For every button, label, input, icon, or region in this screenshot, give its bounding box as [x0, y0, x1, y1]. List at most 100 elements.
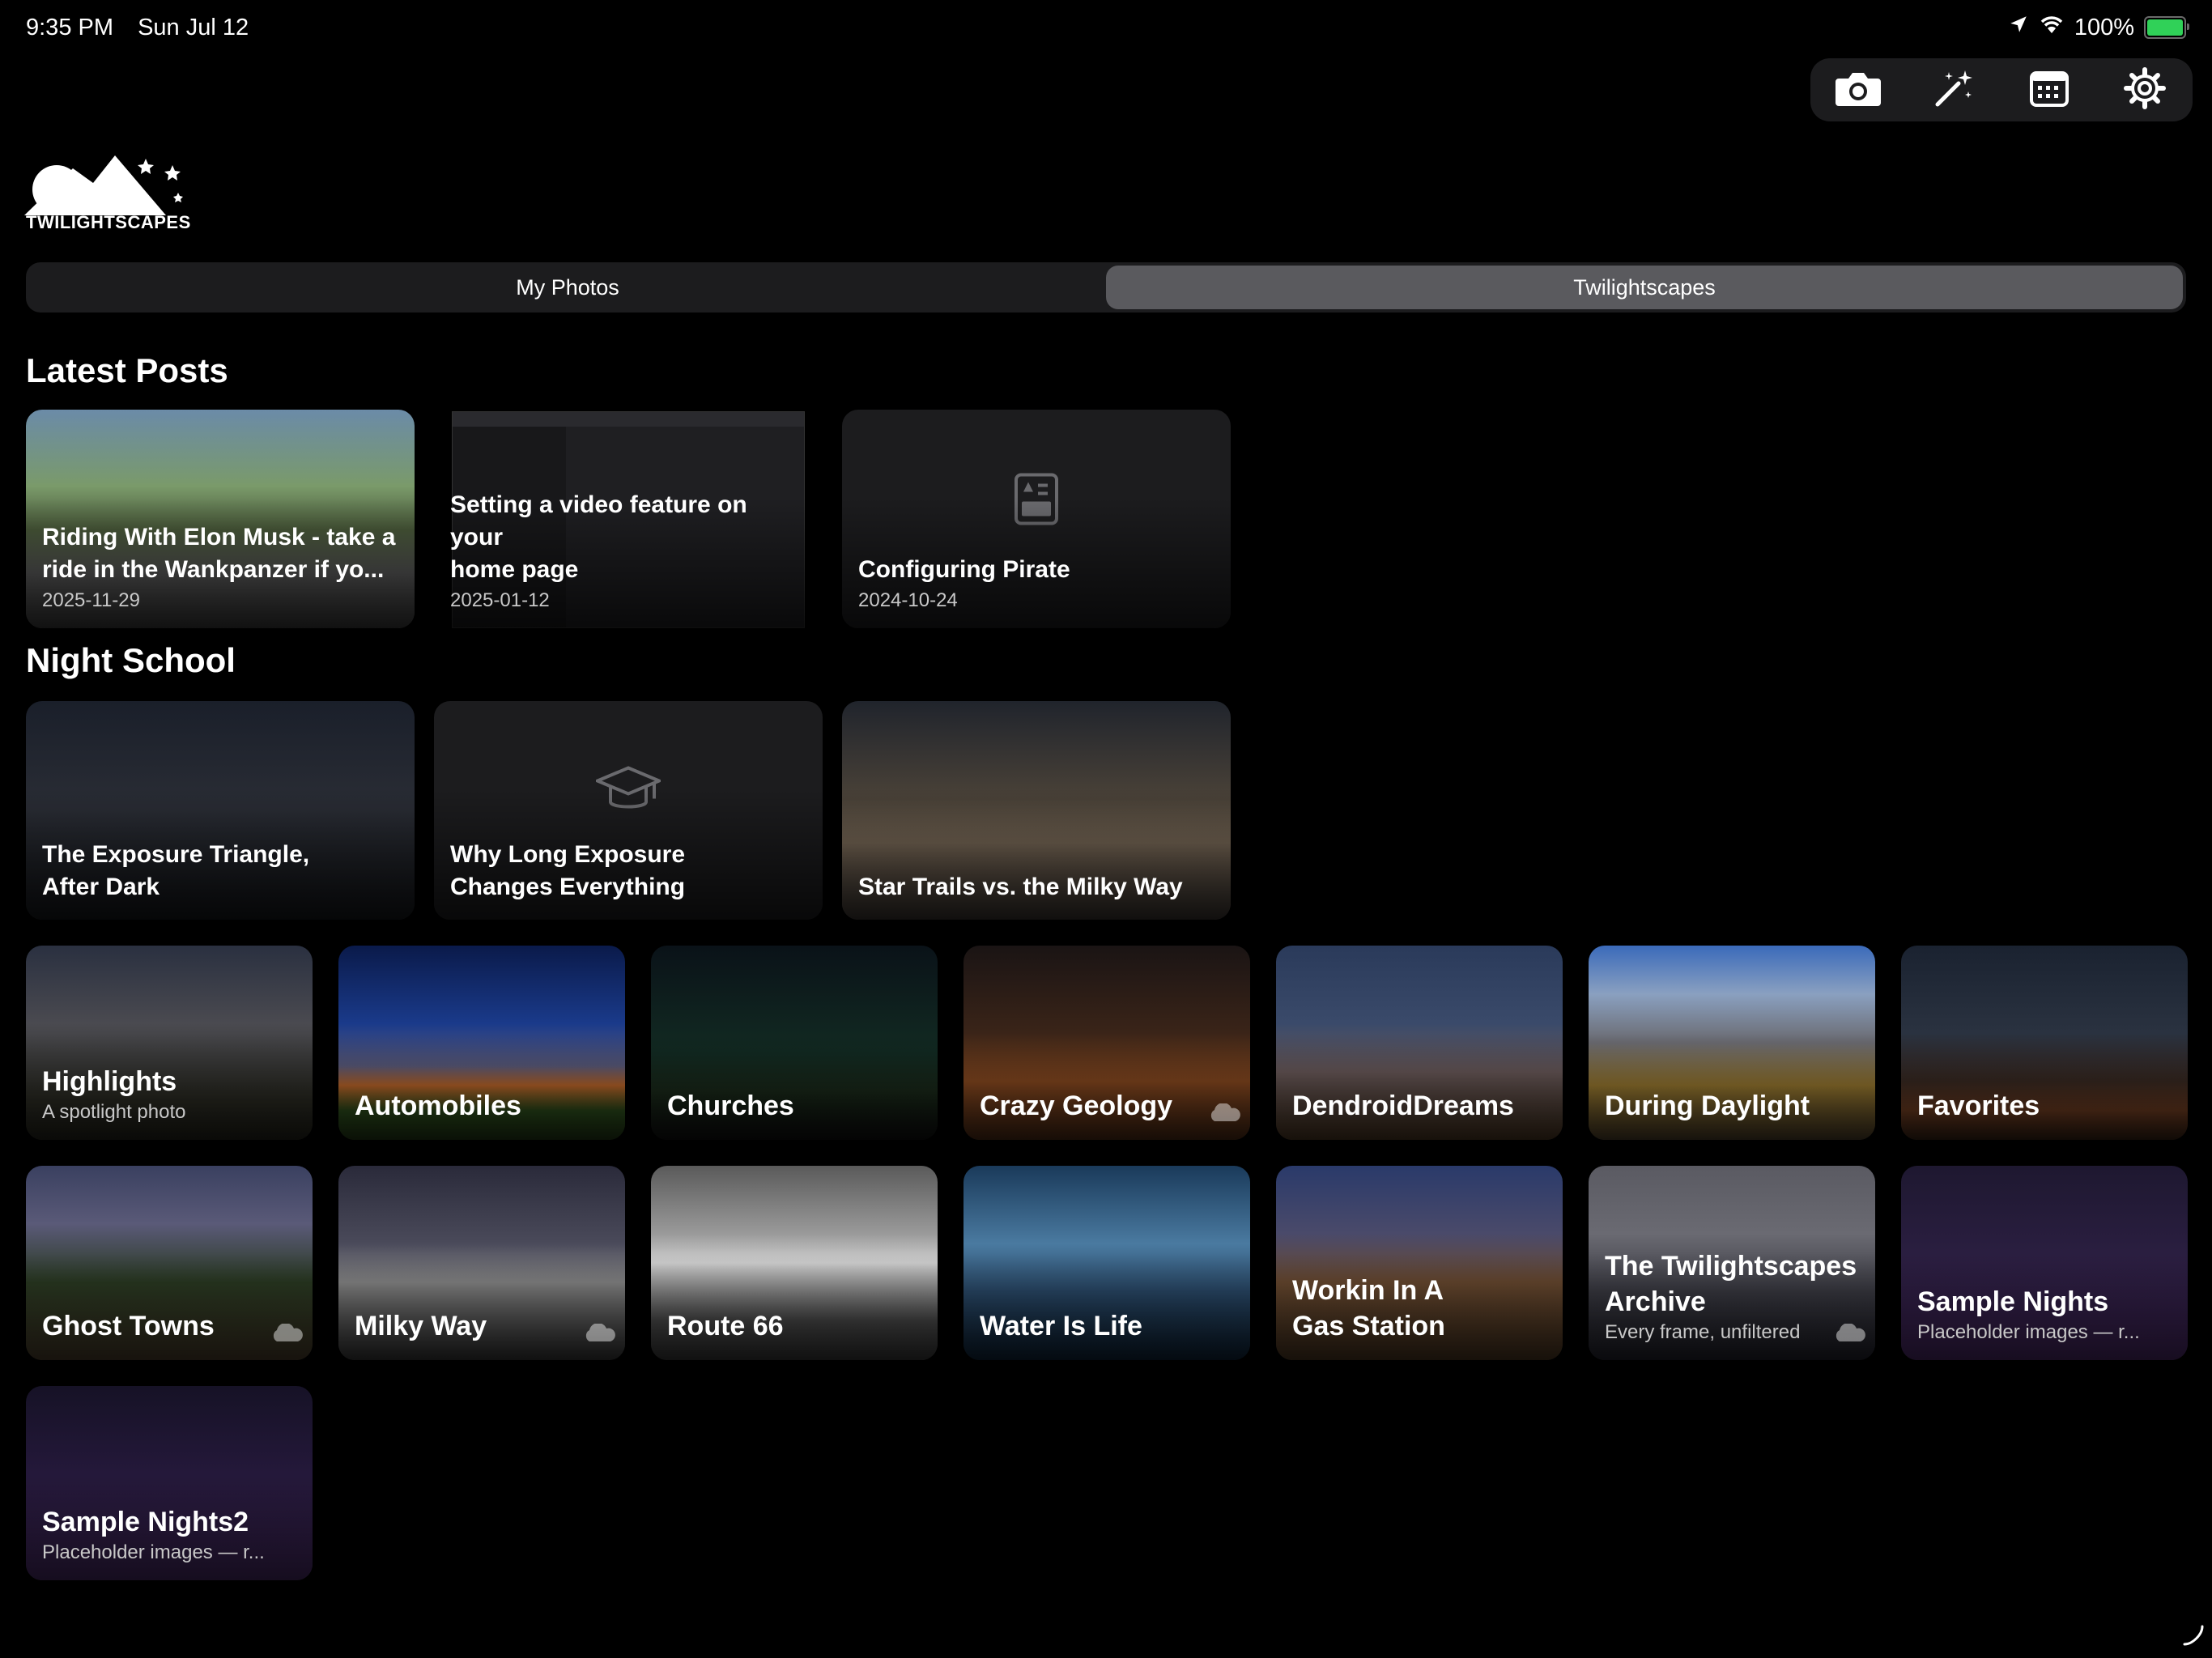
- logo-text: TWILIGHTSCAPES: [26, 212, 191, 232]
- wifi-icon: [2039, 14, 2065, 41]
- tile-gradient: [338, 1033, 625, 1140]
- calendar-icon: [2030, 70, 2069, 111]
- segment-twilightscapes[interactable]: Twilightscapes: [1106, 266, 2183, 309]
- top-toolbar: [1810, 58, 2193, 121]
- album-title: Automobiles: [355, 1090, 521, 1121]
- post-card-text: Configuring Pirate 2024-10-24: [858, 554, 1214, 612]
- status-date: Sun Jul 12: [138, 14, 249, 40]
- album-tile-text: Favorites: [1917, 1088, 2175, 1124]
- cloud-icon: [581, 1323, 617, 1347]
- album-tile[interactable]: The Twilightscapes Archive Every frame, …: [1589, 1166, 1875, 1360]
- album-subtitle: Every frame, unfiltered: [1605, 1321, 1801, 1343]
- album-tile-text: Ghost Towns: [42, 1308, 300, 1344]
- album-tile-text: During Daylight: [1605, 1088, 1862, 1124]
- thumbnail-bar: [453, 412, 804, 427]
- post-title: Riding With Elon Musk - take a ride in t…: [42, 524, 396, 583]
- magic-wand-icon: [1933, 67, 1975, 113]
- album-subtitle: A spotlight photo: [42, 1101, 186, 1123]
- post-date: 2024-10-24: [858, 589, 958, 611]
- album-tile[interactable]: DendroidDreams: [1276, 946, 1563, 1140]
- post-title: Setting a video feature on your home pag…: [450, 491, 747, 583]
- album-title: Churches: [667, 1090, 794, 1121]
- album-title: Milky Way: [355, 1311, 487, 1341]
- album-tile[interactable]: Workin In A Gas Station: [1276, 1166, 1563, 1360]
- tile-gradient: [1589, 1033, 1875, 1140]
- album-tile-text: The Twilightscapes Archive Every frame, …: [1605, 1248, 1862, 1344]
- cloud-icon: [1831, 1323, 1867, 1347]
- source-segmented-control: My Photos Twilightscapes: [26, 262, 2186, 312]
- album-title: The Twilightscapes Archive: [1605, 1251, 1857, 1317]
- post-date: 2025-11-29: [42, 589, 140, 611]
- lesson-card[interactable]: Why Long Exposure Changes Everything: [434, 701, 823, 920]
- album-tile[interactable]: Churches: [651, 946, 938, 1140]
- tile-gradient: [1901, 1033, 2188, 1140]
- gear-icon: [2124, 66, 2166, 113]
- album-title: Favorites: [1917, 1090, 2040, 1121]
- album-title: During Daylight: [1605, 1090, 1810, 1121]
- lesson-card-text: Star Trails vs. the Milky Way: [858, 871, 1214, 903]
- lesson-title: Why Long Exposure Changes Everything: [450, 841, 686, 900]
- album-tile-text: Sample Nights Placeholder images — r...: [1917, 1284, 2175, 1344]
- album-tile-text: Water Is Life: [980, 1308, 1237, 1344]
- album-title: Sample Nights: [1917, 1286, 2109, 1317]
- battery-icon: [2144, 16, 2189, 39]
- album-tile[interactable]: Milky Way: [338, 1166, 625, 1360]
- lesson-card[interactable]: Star Trails vs. the Milky Way: [842, 701, 1231, 920]
- album-subtitle: Placeholder images — r...: [1917, 1321, 2140, 1343]
- post-card[interactable]: Setting a video feature on your home pag…: [434, 410, 823, 628]
- night-school-title: Night School: [26, 641, 236, 679]
- album-tile-text: Sample Nights2 Placeholder images — r...: [42, 1504, 300, 1564]
- album-tile[interactable]: Favorites: [1901, 946, 2188, 1140]
- album-title: Sample Nights2: [42, 1507, 249, 1537]
- post-card[interactable]: Configuring Pirate 2024-10-24: [842, 410, 1231, 628]
- camera-button[interactable]: [1832, 64, 1884, 116]
- lesson-card[interactable]: The Exposure Triangle, After Dark: [26, 701, 415, 920]
- album-tile-text: DendroidDreams: [1292, 1088, 1550, 1124]
- album-tile[interactable]: Sample Nights2 Placeholder images — r...: [26, 1386, 313, 1580]
- album-title: Ghost Towns: [42, 1311, 215, 1341]
- album-tile-text: Automobiles: [355, 1088, 612, 1124]
- status-right: 100%: [2008, 14, 2189, 41]
- album-tile[interactable]: Water Is Life: [963, 1166, 1250, 1360]
- album-tile[interactable]: Crazy Geology: [963, 946, 1250, 1140]
- album-title: DendroidDreams: [1292, 1090, 1514, 1121]
- tile-gradient: [1276, 1033, 1563, 1140]
- battery-percent: 100%: [2074, 14, 2134, 40]
- lesson-title: The Exposure Triangle, After Dark: [42, 841, 310, 900]
- album-tile[interactable]: During Daylight: [1589, 946, 1875, 1140]
- cloud-icon: [269, 1323, 304, 1347]
- magic-wand-button[interactable]: [1928, 64, 1980, 116]
- status-bar: 9:35 PM Sun Jul 12 100%: [26, 11, 2189, 44]
- post-card-text: Riding With Elon Musk - take a ride in t…: [42, 521, 398, 612]
- album-title: Workin In A Gas Station: [1292, 1275, 1445, 1341]
- album-tile[interactable]: Automobiles: [338, 946, 625, 1140]
- segment-my-photos[interactable]: My Photos: [29, 266, 1106, 309]
- album-title: Highlights: [42, 1066, 177, 1097]
- post-title: Configuring Pirate: [858, 556, 1070, 583]
- post-card[interactable]: Riding With Elon Musk - take a ride in t…: [26, 410, 415, 628]
- album-tile-text: Workin In A Gas Station: [1292, 1273, 1550, 1344]
- post-card-text: Setting a video feature on your home pag…: [450, 489, 806, 612]
- camera-icon: [1834, 69, 1882, 112]
- post-date: 2025-01-12: [450, 589, 550, 611]
- status-left: 9:35 PM Sun Jul 12: [26, 15, 266, 41]
- cloud-icon: [1206, 1103, 1242, 1127]
- album-tile[interactable]: Highlights A spotlight photo: [26, 946, 313, 1140]
- tile-gradient: [651, 1253, 938, 1360]
- status-time: 9:35 PM: [26, 14, 113, 40]
- lesson-card-text: The Exposure Triangle, After Dark: [42, 839, 398, 903]
- lesson-title: Star Trails vs. the Milky Way: [858, 874, 1183, 900]
- settings-button[interactable]: [2119, 64, 2171, 116]
- album-tile-text: Crazy Geology: [980, 1088, 1237, 1124]
- album-subtitle: Placeholder images — r...: [42, 1541, 265, 1563]
- album-tile[interactable]: Sample Nights Placeholder images — r...: [1901, 1166, 2188, 1360]
- album-title: Crazy Geology: [980, 1090, 1173, 1121]
- resize-handle-icon: [2181, 1623, 2206, 1652]
- calendar-button[interactable]: [2023, 64, 2075, 116]
- album-tile[interactable]: Ghost Towns: [26, 1166, 313, 1360]
- tile-gradient: [651, 1033, 938, 1140]
- album-title: Route 66: [667, 1311, 784, 1341]
- album-title: Water Is Life: [980, 1311, 1142, 1341]
- album-tile[interactable]: Route 66: [651, 1166, 938, 1360]
- album-tile-text: Route 66: [667, 1308, 925, 1344]
